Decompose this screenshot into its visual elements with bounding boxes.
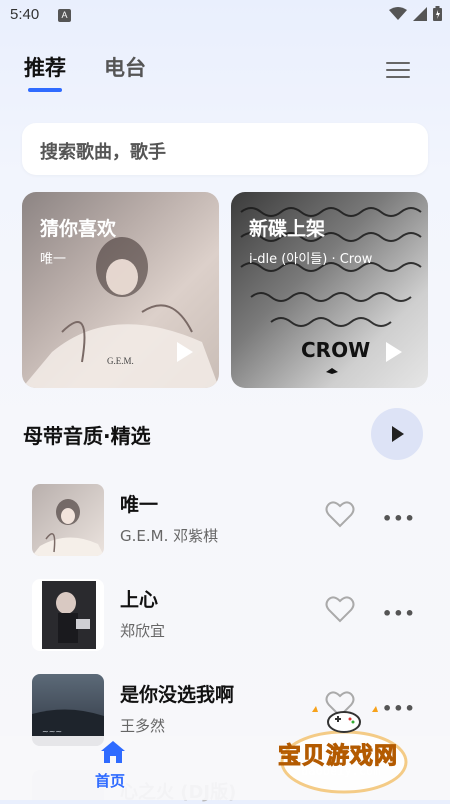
song-cover	[32, 484, 104, 556]
song-artist: 郑欣宜	[120, 622, 166, 640]
search-placeholder: 搜索歌曲，歌手	[40, 142, 166, 163]
more-icon[interactable]: •••	[382, 509, 416, 528]
song-cover	[32, 579, 104, 651]
svg-text:~~~: ~~~	[42, 727, 62, 736]
heart-icon[interactable]	[325, 595, 355, 623]
notification-icon: A	[58, 9, 71, 22]
play-all-button[interactable]	[371, 408, 423, 460]
nav-home-label[interactable]: 首页	[95, 770, 125, 791]
tab-recommend[interactable]: 推荐	[24, 52, 66, 92]
song-title: 唯一	[120, 494, 159, 516]
heart-icon[interactable]	[325, 500, 355, 528]
song-title: 是你没选我啊	[120, 684, 235, 706]
play-icon[interactable]	[177, 342, 193, 362]
more-icon[interactable]: •••	[382, 604, 416, 623]
tab-radio[interactable]: 电台	[104, 52, 146, 82]
card-guess-you-like[interactable]: G.E.M. 猜你喜欢 唯一	[22, 192, 219, 388]
svg-text:G.E.M.: G.E.M.	[107, 356, 134, 366]
song-title: 上心	[120, 589, 159, 611]
tab-recommend-label: 推荐	[24, 56, 66, 80]
menu-icon[interactable]	[386, 62, 410, 82]
watermark-url: baobeiy.com	[301, 764, 381, 778]
card-title: 新碟上架	[249, 218, 326, 240]
search-input[interactable]: 搜索歌曲，歌手	[22, 123, 428, 175]
battery-icon	[433, 6, 442, 21]
card-new-albums[interactable]: CROW 新碟上架 i-dle (아이들) · Crow	[231, 192, 428, 388]
home-icon[interactable]	[100, 740, 126, 764]
card-title: 猜你喜欢	[40, 218, 117, 240]
tab-active-indicator	[28, 88, 62, 92]
status-bar: 5:40 A	[0, 0, 450, 32]
top-tabs: 推荐 电台	[24, 52, 146, 92]
section-title: 母带音质·精选	[23, 424, 151, 448]
status-time: 5:40	[10, 6, 40, 23]
card-subtitle: i-dle (아이들) · Crow	[249, 252, 373, 267]
song-artist: G.E.M. 邓紫棋	[120, 527, 219, 545]
song-artist: 王多然	[120, 717, 166, 735]
signal-icon	[413, 6, 427, 21]
song-row[interactable]: 上心 郑欣宜 •••	[0, 575, 450, 655]
play-icon[interactable]	[386, 342, 402, 362]
card-subtitle: 唯一	[40, 252, 67, 267]
svg-text:CROW: CROW	[301, 338, 370, 362]
status-icons	[389, 6, 442, 21]
wifi-icon	[389, 6, 407, 20]
tab-radio-label: 电台	[104, 56, 146, 80]
song-row[interactable]: 唯一 G.E.M. 邓紫棋 •••	[0, 480, 450, 560]
